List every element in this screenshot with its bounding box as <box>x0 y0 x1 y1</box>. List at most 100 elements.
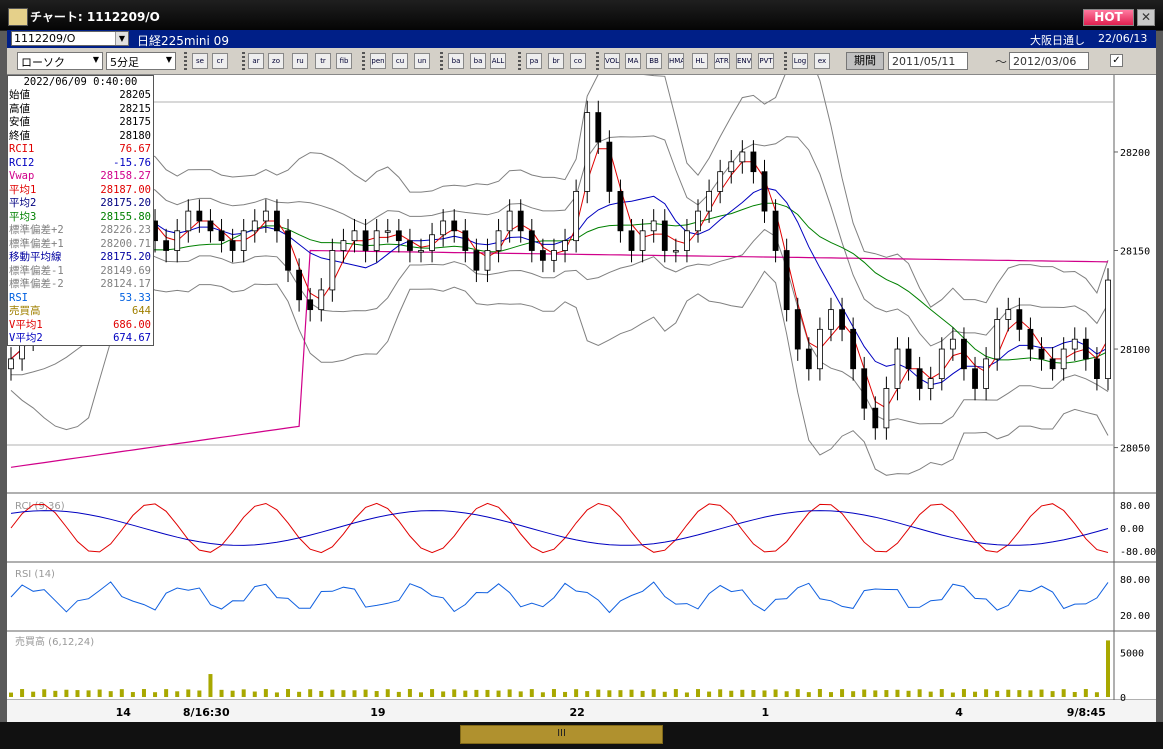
info-row: RSI 53.33 <box>8 292 153 306</box>
hma-icon[interactable]: HMA <box>668 53 684 69</box>
rsi-tick-label: 20.00 <box>1120 611 1150 622</box>
volume-bar <box>319 690 324 697</box>
chart-area[interactable]: 28200281502810028050RCI (9,36) 80.000.00-… <box>7 75 1156 722</box>
x-tick-label: 9/8:45 <box>1067 706 1106 719</box>
ruler-icon[interactable]: ru <box>292 53 308 69</box>
toolbar-separator <box>184 52 187 70</box>
volume-bar <box>1039 689 1044 697</box>
volume-bar <box>230 690 235 697</box>
candle-body <box>839 309 845 330</box>
volume-bar <box>906 690 911 697</box>
candle-body <box>728 161 735 173</box>
volume-bar <box>75 690 80 697</box>
chart-type-select[interactable]: ローソク ▼ <box>17 52 103 70</box>
toolbar-separator <box>784 52 787 70</box>
env-icon[interactable]: ENV <box>736 53 752 69</box>
close-icon[interactable]: ✕ <box>1137 9 1155 26</box>
volume-bar <box>1017 690 1022 697</box>
volume-bar <box>441 691 446 697</box>
pvt-icon[interactable]: PVT <box>758 53 774 69</box>
app-icon <box>8 8 28 26</box>
code-select[interactable]: 1112209/O ▼ <box>11 31 129 46</box>
export-icon[interactable]: ex <box>814 53 830 69</box>
undo-icon[interactable]: un <box>414 53 430 69</box>
vol-icon[interactable]: VOL <box>604 53 620 69</box>
volume-bar <box>186 689 191 697</box>
toolbar-separator <box>440 52 443 70</box>
candle-body <box>362 230 369 251</box>
candle-body <box>307 299 314 311</box>
volume-bar <box>1050 691 1055 697</box>
scroll-thumb[interactable]: III <box>460 725 663 744</box>
interval-select[interactable]: 5分足 ▼ <box>106 52 176 70</box>
bar2-icon[interactable]: ba <box>470 53 486 69</box>
info-row-value: 28205 <box>119 89 151 101</box>
info-row: 終値 28180 <box>8 130 153 144</box>
cursor-icon[interactable]: cu <box>392 53 408 69</box>
volume-bar <box>928 691 933 697</box>
volume-bar <box>1106 640 1110 697</box>
info-row-label: 安値 <box>9 116 30 128</box>
candle-body <box>528 230 535 251</box>
volume-bar <box>53 690 58 697</box>
volume-bar <box>164 689 169 697</box>
candle-body <box>373 230 380 251</box>
fib-icon[interactable]: fib <box>336 53 352 69</box>
chevron-down-icon[interactable]: ▼ <box>90 53 102 69</box>
pattern-icon[interactable]: pa <box>526 53 542 69</box>
bb-icon[interactable]: BB <box>646 53 662 69</box>
volume-bar <box>297 691 302 697</box>
volume-bar <box>673 689 678 697</box>
trend-icon[interactable]: tr <box>315 53 331 69</box>
toolbar-separator <box>362 52 365 70</box>
rci-tick-label: 80.00 <box>1120 501 1150 512</box>
date-to-field[interactable]: 2012/03/06 <box>1009 52 1089 70</box>
volume-bar <box>407 689 412 697</box>
info-row-label: 移動平均線 <box>9 251 62 263</box>
volume-bar <box>939 689 944 697</box>
candle-body <box>695 210 701 232</box>
candle-body <box>961 338 967 370</box>
candle-body <box>595 112 602 143</box>
volume-bar <box>97 689 102 697</box>
candle-body <box>650 220 657 232</box>
candle-body <box>1038 348 1045 360</box>
hot-button[interactable]: HOT <box>1083 9 1134 26</box>
info-row: 安値 28175 <box>8 116 153 130</box>
candle-body <box>872 407 879 429</box>
crosshair-icon[interactable]: cr <box>212 53 228 69</box>
volume-bar <box>208 674 213 697</box>
volume-bar <box>430 689 435 697</box>
volume-bar <box>563 691 568 697</box>
info-row: Vwap 28158.27 <box>8 170 153 184</box>
pen-icon[interactable]: pen <box>370 53 386 69</box>
arrow-icon[interactable]: ar <box>248 53 264 69</box>
brush-icon[interactable]: br <box>548 53 564 69</box>
zoom-icon[interactable]: zo <box>268 53 284 69</box>
candle-body <box>440 220 447 236</box>
window-title: チャート: 1112209/O <box>30 10 160 24</box>
period-button[interactable]: 期間 <box>846 52 884 70</box>
candle-body <box>1082 338 1089 360</box>
candle-body <box>794 309 801 350</box>
hl-icon[interactable]: HL <box>692 53 708 69</box>
ma-icon[interactable]: MA <box>625 53 641 69</box>
log-icon[interactable]: Log <box>792 53 808 69</box>
date-from-field[interactable]: 2011/05/11 <box>888 52 968 70</box>
candle-body <box>8 358 14 370</box>
all-icon[interactable]: ALL <box>490 53 506 69</box>
volume-bar <box>540 692 545 697</box>
window-titlebar <box>0 0 1163 31</box>
atr-icon[interactable]: ATR <box>714 53 730 69</box>
code-value: 1112209/O <box>14 32 76 45</box>
candle-body <box>296 269 303 301</box>
chevron-down-icon[interactable]: ▼ <box>115 32 128 45</box>
volume-bar <box>496 690 501 697</box>
search-icon[interactable]: se <box>192 53 208 69</box>
range-checkbox[interactable]: ✓ <box>1110 54 1123 67</box>
volume-bar <box>607 690 612 697</box>
chevron-down-icon[interactable]: ▼ <box>163 53 175 69</box>
bar1-icon[interactable]: ba <box>448 53 464 69</box>
info-row-label: Vwap <box>9 170 35 182</box>
color-icon[interactable]: co <box>570 53 586 69</box>
